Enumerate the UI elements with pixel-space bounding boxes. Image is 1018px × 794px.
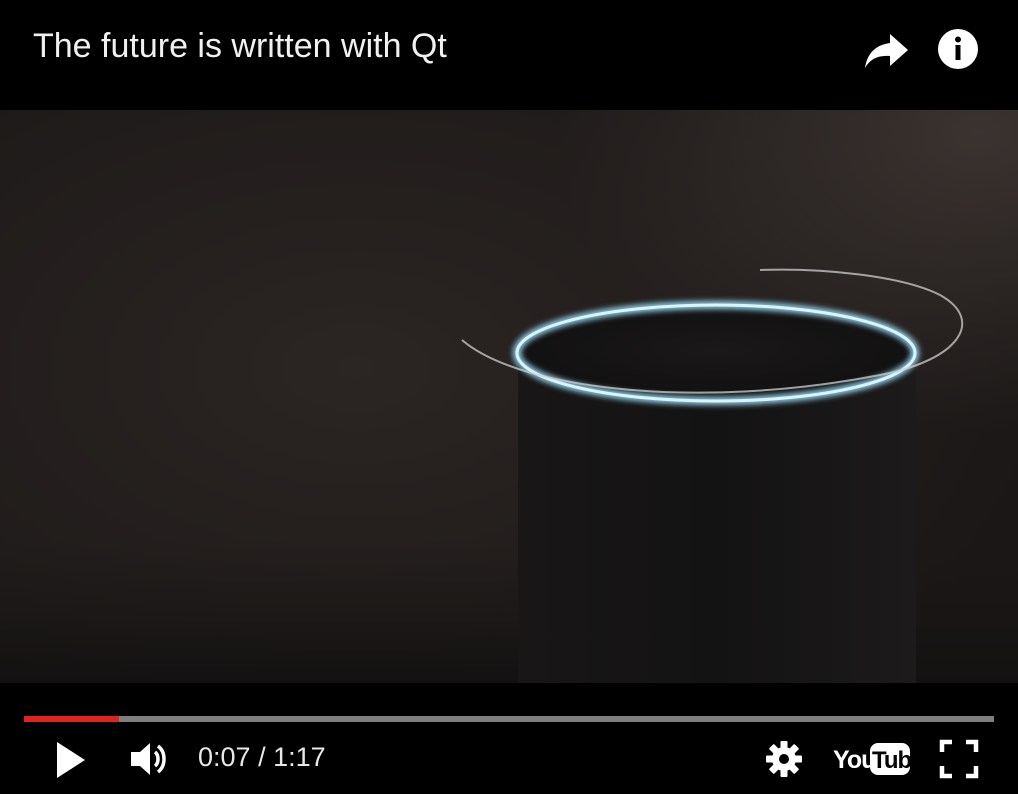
logo-tube-text: Tube — [872, 747, 912, 774]
settings-button[interactable] — [764, 739, 804, 779]
fullscreen-icon — [939, 739, 979, 779]
duration: 1:17 — [273, 742, 326, 772]
play-icon — [57, 742, 85, 778]
time-display: 0:07 / 1:17 — [198, 741, 326, 773]
youtube-logo[interactable]: You Tube — [832, 739, 925, 777]
share-arrow-icon — [865, 34, 908, 68]
volume-button[interactable] — [128, 737, 172, 781]
progress-played — [24, 716, 120, 722]
logo-you-text: You — [833, 746, 875, 774]
title-bar: The future is written with Qt — [0, 0, 1018, 110]
video-title[interactable]: The future is written with Qt — [33, 26, 447, 66]
smart-speaker-image — [0, 268, 1018, 683]
youtube-logo-icon: You Tube — [833, 743, 925, 775]
video-player: The future is written with Qt 0:07 / 1:1… — [0, 0, 1018, 794]
video-frame[interactable] — [0, 110, 1018, 683]
info-icon — [938, 29, 978, 69]
volume-icon — [131, 743, 166, 775]
fullscreen-button[interactable] — [938, 738, 980, 780]
play-button[interactable] — [52, 740, 88, 780]
info-button[interactable] — [935, 26, 981, 72]
time-separator: / — [250, 742, 274, 772]
progress-bar[interactable] — [24, 716, 994, 722]
share-button[interactable] — [862, 28, 910, 72]
current-time: 0:07 — [198, 742, 251, 772]
player-controls: 0:07 / 1:17 You Tub — [0, 683, 1018, 794]
gear-icon — [766, 741, 802, 777]
